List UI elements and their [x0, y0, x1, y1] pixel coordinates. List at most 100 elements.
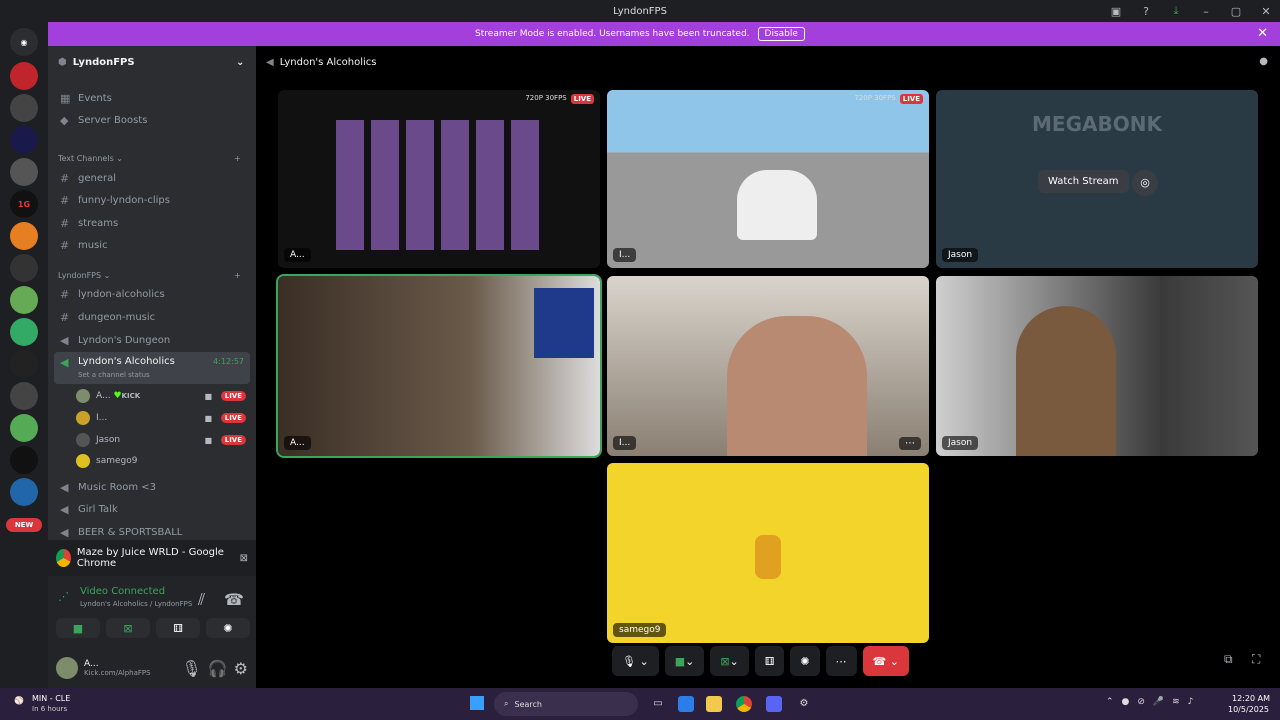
- clock-time[interactable]: 12:20 AM: [1232, 694, 1270, 703]
- task-view-icon[interactable]: ▭: [650, 696, 666, 712]
- start-icon[interactable]: [470, 696, 484, 710]
- category-lyndonfps[interactable]: LyndonFPS ⌄ +: [58, 271, 241, 280]
- activity-row[interactable]: Maze by Juice WRLD - Google Chrome ⊠: [48, 540, 256, 576]
- server-icon[interactable]: [10, 126, 38, 154]
- server-icon[interactable]: [10, 414, 38, 442]
- activity-button[interactable]: ⚅: [754, 646, 785, 676]
- server-icon[interactable]: [10, 222, 38, 250]
- camera-button[interactable]: ■ ⌄: [664, 646, 705, 676]
- title-bar: LyndonFPS ▣ ? ⤓ – ▢ ✕: [0, 0, 1280, 22]
- add-channel-icon[interactable]: +: [234, 271, 241, 280]
- server-icon[interactable]: [10, 286, 38, 314]
- download-icon[interactable]: ⤓: [1168, 4, 1184, 18]
- video-tile[interactable]: Jason: [936, 276, 1258, 456]
- server-icon[interactable]: [10, 254, 38, 282]
- avatar[interactable]: [56, 657, 78, 679]
- server-header[interactable]: ⬢ LyndonFPS ⌄: [48, 46, 256, 78]
- popout-icon[interactable]: ⧉: [1224, 652, 1233, 667]
- headphones-icon[interactable]: 🎧: [208, 659, 228, 678]
- discord-home-icon[interactable]: ◉: [10, 28, 38, 56]
- screen-share-button[interactable]: ⊠ ⌄: [710, 646, 749, 676]
- server-icon[interactable]: [10, 158, 38, 186]
- avatar-tile[interactable]: samego9: [607, 463, 929, 643]
- voice-channel-girl-talk[interactable]: ◀ Girl Talk: [54, 499, 250, 519]
- search-label: Search: [514, 699, 542, 709]
- maximize-icon[interactable]: ▢: [1228, 5, 1244, 18]
- events-item[interactable]: ▦ Events: [54, 88, 250, 108]
- channel-dungeon-music[interactable]: # dungeon-music: [54, 307, 250, 327]
- category-text-channels[interactable]: Text Channels ⌄ +: [58, 154, 241, 163]
- add-channel-icon[interactable]: +: [234, 154, 241, 163]
- inbox-icon[interactable]: ▣: [1108, 5, 1124, 18]
- live-badge: LIVE: [570, 94, 594, 104]
- channel-label: lyndon-alcoholics: [78, 288, 165, 300]
- server-icon[interactable]: 1G: [10, 190, 38, 218]
- close-window-icon[interactable]: ✕: [1258, 5, 1274, 18]
- microphone-button[interactable]: 🎙 ⌄: [612, 646, 659, 676]
- tray-icons[interactable]: ⌃●⊘🎤≋♪: [1106, 697, 1201, 707]
- weather-icon[interactable]: ⚾: [14, 696, 24, 705]
- server-icon[interactable]: [10, 478, 38, 506]
- channel-lyndon-alcoholics[interactable]: # lyndon-alcoholics: [54, 284, 250, 304]
- server-icon[interactable]: [10, 94, 38, 122]
- video-tile[interactable]: A...: [276, 274, 602, 458]
- watch-stream-button[interactable]: Watch Stream: [1038, 170, 1129, 193]
- camera-button[interactable]: ■: [56, 618, 100, 638]
- more-options-icon[interactable]: ⋯: [899, 437, 921, 450]
- user-bar: A... Kick.com/AlphaFPS 🎙 🎧 ⚙: [48, 648, 256, 688]
- minimize-icon[interactable]: –: [1198, 5, 1214, 18]
- steam-icon[interactable]: ⚙: [796, 696, 812, 712]
- speaker-icon: ◀: [266, 56, 274, 68]
- discord-icon[interactable]: [766, 696, 782, 712]
- more-button[interactable]: ⋯: [825, 646, 857, 676]
- voice-user[interactable]: I... ■ LIVE: [76, 408, 246, 428]
- preview-icon[interactable]: ◎: [1132, 170, 1158, 196]
- soundboard-button[interactable]: ✺: [206, 618, 250, 638]
- store-icon[interactable]: [678, 696, 694, 712]
- voice-channel-music-room[interactable]: ◀ Music Room <3: [54, 477, 250, 497]
- stream-tile[interactable]: MEGABONK Watch Stream ◎ Jason: [936, 90, 1258, 268]
- voice-user[interactable]: samego9: [76, 451, 246, 471]
- noise-suppression-icon[interactable]: ⫽: [198, 590, 205, 610]
- camera-icon: ■: [204, 413, 212, 423]
- file-explorer-icon[interactable]: [706, 696, 722, 712]
- channel-streams[interactable]: # streams: [54, 213, 250, 233]
- close-icon[interactable]: ✕: [1257, 26, 1268, 41]
- help-icon[interactable]: ?: [1138, 5, 1154, 18]
- server-icon[interactable]: [10, 446, 38, 474]
- disable-button[interactable]: Disable: [757, 27, 805, 41]
- server-icon[interactable]: [10, 62, 38, 90]
- stream-tile[interactable]: 720P 30FPS LIVE I...: [607, 90, 929, 268]
- screen-share-button[interactable]: ⊠: [106, 618, 150, 638]
- user-name: Jason: [96, 435, 121, 445]
- search-box[interactable]: ⌕ Search: [494, 692, 638, 716]
- voice-user[interactable]: Jason ■ LIVE: [76, 430, 246, 450]
- chat-icon[interactable]: ●: [1259, 56, 1268, 67]
- channel-music[interactable]: # music: [54, 235, 250, 255]
- windows-taskbar: ⚾ MIN - CLE In 6 hours ⌕ Search ▭ ⚙ ⌃●⊘🎤…: [0, 688, 1280, 720]
- activity-button[interactable]: ⚅: [156, 618, 200, 638]
- voice-channel-active[interactable]: ◀ Lyndon's Alcoholics 4:12:57 Set a chan…: [54, 352, 250, 384]
- stream-tile[interactable]: 720P 30FPS LIVE A...: [278, 90, 600, 268]
- disconnect-button[interactable]: ☎ ⌄: [862, 646, 909, 676]
- channel-label: general: [78, 172, 117, 184]
- channel-general[interactable]: # general: [54, 168, 250, 188]
- server-icon[interactable]: [10, 350, 38, 378]
- channel-funny[interactable]: # funny-lyndon-clips: [54, 190, 250, 210]
- voice-channel-beer[interactable]: ◀ BEER & SPORTSBALL: [54, 522, 250, 542]
- microphone-icon[interactable]: 🎙: [181, 659, 201, 678]
- soundboard-button[interactable]: ✺: [790, 646, 820, 676]
- voice-channel-dungeon[interactable]: ◀ Lyndon's Dungeon: [54, 330, 250, 350]
- server-icon[interactable]: [10, 382, 38, 410]
- server-icon[interactable]: [10, 318, 38, 346]
- chrome-icon[interactable]: [736, 696, 752, 712]
- disconnect-icon[interactable]: ☎: [224, 590, 244, 609]
- video-tile[interactable]: I... ⋯: [607, 276, 929, 456]
- fullscreen-icon[interactable]: ⛶: [1252, 652, 1260, 667]
- gear-icon[interactable]: ⚙: [234, 659, 248, 678]
- stop-share-icon[interactable]: ⊠: [240, 553, 248, 564]
- voice-user[interactable]: A... ♥ KICK ■ LIVE: [76, 386, 246, 406]
- server-boosts-item[interactable]: ◆ Server Boosts: [54, 110, 250, 130]
- weather-label[interactable]: MIN - CLE: [32, 694, 70, 703]
- channel-status[interactable]: Set a channel status: [78, 371, 150, 379]
